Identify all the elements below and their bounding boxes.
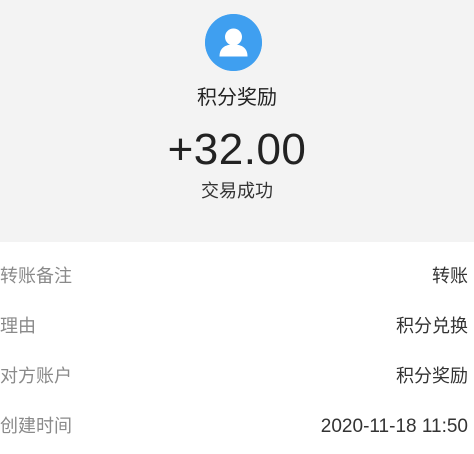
detail-label: 对方账户	[0, 366, 72, 387]
transaction-summary: 积分奖励 +32.00 交易成功	[0, 0, 474, 242]
detail-value: 转账	[432, 266, 468, 287]
transaction-details: 转账备注 转账 理由 积分兑换 对方账户 积分奖励 创建时间 2020-11-1…	[0, 254, 474, 454]
user-avatar-icon	[205, 14, 262, 71]
detail-value: 积分奖励	[396, 366, 468, 387]
transaction-status: 交易成功	[201, 181, 273, 202]
detail-row-reason: 理由 积分兑换	[0, 304, 474, 354]
detail-row-remark: 转账备注 转账	[0, 254, 474, 304]
detail-row-counterparty: 对方账户 积分奖励	[0, 354, 474, 404]
detail-label: 理由	[0, 316, 36, 337]
detail-value: 积分兑换	[396, 316, 468, 337]
detail-label: 创建时间	[0, 416, 72, 437]
merchant-name: 积分奖励	[197, 85, 277, 109]
detail-label: 转账备注	[0, 266, 72, 287]
transaction-amount: +32.00	[167, 125, 307, 174]
detail-value: 2020-11-18 11:50	[320, 416, 468, 437]
